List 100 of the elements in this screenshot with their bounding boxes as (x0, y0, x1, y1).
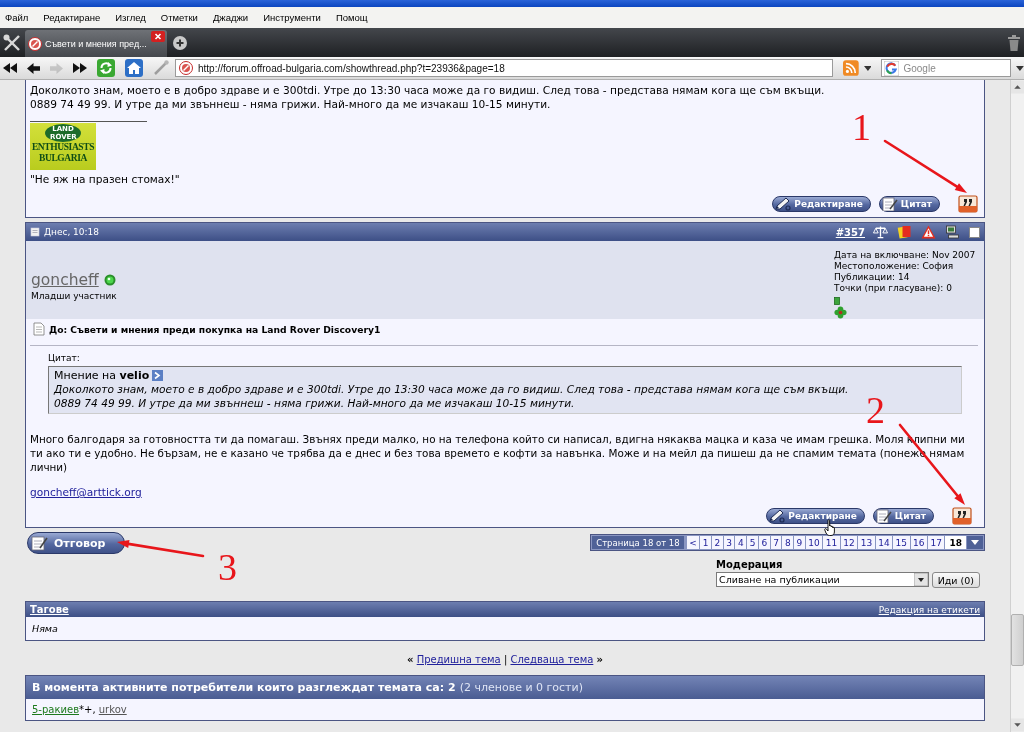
pencil-icon (774, 197, 793, 211)
quote-marks-icon[interactable] (952, 507, 972, 525)
user-detail: Местоположение: София (834, 261, 954, 272)
logo-text: ENTHUSIASTS (31, 142, 95, 153)
select-checkbox[interactable] (969, 226, 980, 238)
reputation-icon (834, 297, 840, 305)
active-users-list: 5-ракиев*+, urkov (32, 704, 127, 715)
search-field[interactable]: Google (881, 59, 1012, 77)
post-date: Днес, 10:18 (44, 227, 100, 237)
page-link[interactable]: 11 (823, 536, 840, 549)
previous-page-link[interactable]: < (686, 536, 700, 549)
home-icon[interactable] (125, 59, 143, 77)
menu-item[interactable]: Помощ (330, 12, 376, 23)
browser-tab[interactable]: Съвети и мнения пред... (25, 30, 167, 57)
scrollbar-thumb[interactable] (1011, 614, 1024, 666)
page-link[interactable]: 12 (840, 536, 858, 549)
quote-author: Мнение на velio (54, 369, 150, 382)
scales-icon[interactable] (873, 225, 888, 239)
document-icon (30, 227, 40, 237)
scrollbar[interactable] (1010, 80, 1024, 732)
quote-marks-icon[interactable] (958, 195, 978, 213)
menu-item[interactable]: Джаджи (207, 12, 257, 23)
close-icon[interactable] (150, 31, 165, 42)
annotation-number: 1 (852, 110, 871, 144)
annotation-number: 2 (866, 393, 885, 427)
document-icon (33, 322, 45, 336)
user-detail: Публикации: 14 (834, 272, 910, 283)
card-icon[interactable] (897, 225, 912, 239)
user-detail: Точки (при гласуване): 0 (834, 283, 952, 294)
back-icon[interactable] (27, 62, 40, 74)
clover-icon (834, 306, 847, 319)
user-rank: Младши участник (31, 290, 117, 302)
warning-icon[interactable] (921, 225, 936, 239)
annotation-number: 3 (218, 550, 237, 584)
pencil-icon (768, 509, 787, 523)
page-link[interactable]: 17 (928, 536, 945, 549)
fast-forward-icon[interactable] (73, 63, 87, 73)
menu-item[interactable]: Изглед (110, 12, 154, 23)
page-link[interactable]: 5 (747, 536, 758, 549)
edit-button[interactable]: Редактиране (772, 196, 871, 212)
user-link[interactable]: urkov (98, 704, 127, 715)
tags-title-link[interactable]: Тагове (30, 604, 69, 615)
note-icon (30, 535, 48, 551)
page-menu-button[interactable] (967, 536, 983, 549)
page-link[interactable]: 10 (805, 536, 823, 549)
moderation-select[interactable]: Сливане на публикации (716, 572, 929, 587)
previous-thread-link[interactable]: Предишна тема (416, 654, 501, 665)
page-link[interactable]: 2 (711, 536, 723, 549)
page-link[interactable]: 4 (735, 536, 747, 549)
reply-button[interactable]: Отговор (27, 532, 125, 554)
page-link[interactable]: 9 (794, 536, 805, 549)
next-thread-link[interactable]: Следваща тема (510, 654, 594, 665)
page-link[interactable]: 16 (910, 536, 927, 549)
post-text: Доколкото знам, моето е в добро здраве и е 300tdi. Утре до 13:30 часа може да го видиш. След това - представа нямам кога ще съм вкъщи. 0889 74 49 99. И утре да ми звъннеш - няма грижи. Най-много да ме изчакаш 10-15 минути. (30, 83, 826, 111)
quote-button[interactable]: Цитат (872, 508, 934, 524)
trash-icon[interactable] (1008, 34, 1020, 51)
edit-tags-link[interactable]: Редакция на етикети (878, 604, 980, 615)
go-button[interactable]: Иди (0) (931, 572, 980, 588)
user-link[interactable]: 5-ракиев (32, 704, 80, 715)
note-icon (880, 197, 899, 211)
page-link[interactable]: 13 (858, 536, 875, 549)
menu-item[interactable]: Инструменти (258, 12, 329, 23)
page-link[interactable]: 3 (723, 536, 735, 549)
plus-icon[interactable] (172, 35, 187, 50)
signature-text: "Не яж на празен стомах!" (30, 172, 181, 186)
caret-icon[interactable] (1016, 65, 1024, 71)
tools-icon[interactable] (3, 33, 21, 52)
post-title: До: Съвети и мнения преди покупка на Land Rover Discovery1 (49, 323, 381, 335)
moderation-title: Модерация (716, 559, 784, 571)
dropdown-caret-icon (913, 573, 928, 586)
menu-item[interactable]: Файл (0, 12, 37, 23)
page-link[interactable]: 8 (782, 536, 794, 549)
page-link[interactable]: 14 (875, 536, 893, 549)
username-link[interactable]: goncheff (31, 270, 99, 290)
view-post-icon[interactable] (152, 370, 164, 381)
search-engine-icon (884, 60, 900, 76)
computer-icon[interactable] (945, 225, 960, 239)
note-icon (874, 509, 893, 523)
menu-item[interactable]: Редактиране (38, 12, 109, 23)
address-field[interactable]: http://forum.offroad-bulgaria.com/showthread.php?t=23936&page=18 (175, 59, 833, 77)
site-icon (179, 61, 193, 75)
menu-item[interactable]: Отметки (155, 12, 206, 23)
edit-button[interactable]: Редактиране (766, 508, 865, 524)
email-link[interactable]: goncheff@arttick.org (30, 485, 142, 499)
page-link[interactable]: 1 (700, 536, 711, 549)
quote-button[interactable]: Цитат (878, 196, 940, 212)
page-link[interactable]: 18 (945, 536, 966, 549)
user-detail: Дата на включване: Nov 2007 (834, 250, 976, 261)
page-link[interactable]: 15 (893, 536, 910, 549)
post-number-link[interactable]: #357 (835, 226, 865, 238)
page-link[interactable]: 7 (770, 536, 782, 549)
reload-icon[interactable] (97, 59, 115, 77)
page-count-label: Страница 18 от 18 (592, 536, 684, 549)
caret-icon[interactable] (863, 65, 872, 71)
page-link[interactable]: 6 (758, 536, 770, 549)
quote-label: Цитат: (48, 352, 81, 364)
rewind-icon[interactable] (3, 63, 17, 73)
quote-text: Доколкото знам, моето е в добро здраве и е 300tdi. Утре до 13:30 часа може да го видиш. След това - представа нямам кога ще съм вкъщи. 0889 74 49 99. И утре да ми звъннеш - няма грижи. Най-много да ме изчакаш 10-15 минути. (54, 382, 850, 410)
active-users-heading: В момента активните потребители които разглеждат темата са: 2 (2 членове и 0 гости) (26, 676, 984, 699)
thread-navigation: « Предишна тема | Следваща тема » (406, 653, 604, 667)
